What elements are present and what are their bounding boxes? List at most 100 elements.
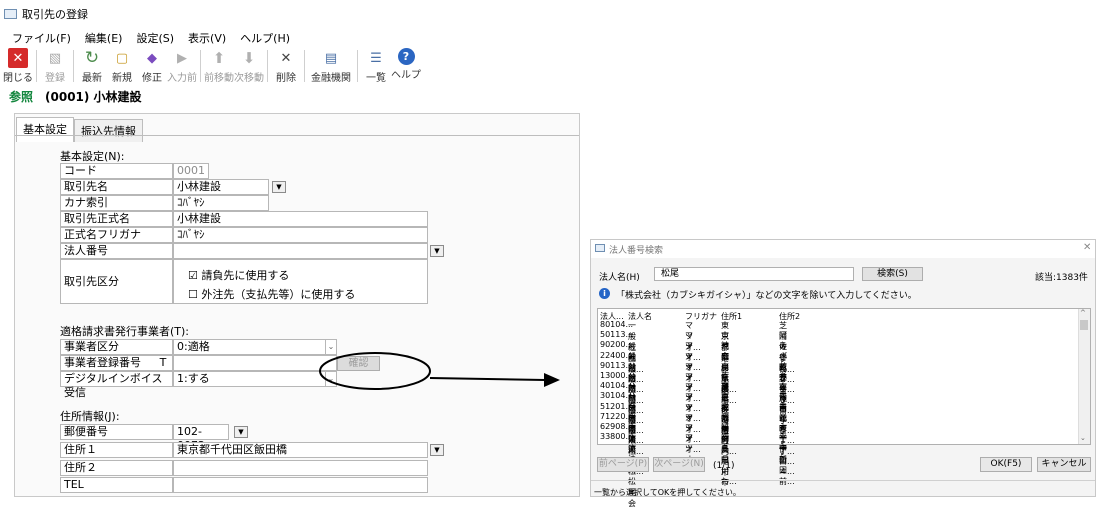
scroll-up-icon[interactable]: ^	[1080, 309, 1086, 317]
scroll-thumb[interactable]	[1080, 320, 1088, 330]
name-label: 取引先名	[60, 179, 173, 195]
chevron-down-icon: ⌄	[327, 342, 335, 351]
dialog-result-count: 該当:1383件	[1035, 273, 1088, 283]
register-button[interactable]: ▧ 登録	[40, 48, 70, 85]
menu-help[interactable]: ヘルプ(H)	[240, 30, 290, 46]
business-type-select[interactable]: 0:適格	[173, 339, 326, 355]
delete-button[interactable]: ✕ 削除	[271, 48, 301, 85]
name-dropdown-button[interactable]: ▼	[272, 181, 286, 193]
basic-section-heading: 基本設定(N):	[60, 150, 125, 163]
page-indicator: (1/1)	[713, 461, 735, 471]
address1-label: 住所１	[60, 442, 173, 458]
tab-basic-settings[interactable]: 基本設定	[16, 117, 74, 142]
confirm-button[interactable]: 確認	[337, 356, 380, 371]
bank-icon: ▤	[324, 50, 338, 66]
toolbar: ✕ 閉じる ▧ 登録 ↻ 最新 ▢ 新規 ◆ 修正 ▶ 入力前 ⬆ 前移動 ⬇ 次移動 ✕ 削除 …	[0, 48, 421, 88]
edit-icon: ◆	[147, 50, 157, 66]
menu-file[interactable]: ファイル(F)	[12, 30, 71, 46]
menu-settings[interactable]: 設定(S)	[136, 30, 174, 46]
toolbar-separator	[267, 50, 268, 82]
scroll-down-icon[interactable]: ⌄	[1080, 434, 1086, 442]
menu-bar: ファイル(F) 編集(E) 設定(S) 表示(V) ヘルプ(H)	[12, 30, 290, 46]
record-header: 参照 (0001) 小林建設	[9, 88, 142, 105]
next-record-button[interactable]: ⬇ 次移動	[234, 48, 264, 84]
address1-dropdown-button[interactable]: ▼	[430, 444, 444, 456]
tab-divider	[15, 135, 579, 136]
menu-view[interactable]: 表示(V)	[188, 30, 226, 46]
toolbar-separator	[200, 50, 201, 82]
prev-page-button[interactable]: 前ページ(P)	[597, 457, 649, 472]
prev-record-button[interactable]: ⬆ 前移動	[204, 48, 234, 84]
address-section-heading: 住所情報(J):	[60, 410, 120, 423]
new-button[interactable]: ▢ 新規	[107, 48, 137, 85]
status-divider	[591, 480, 1095, 481]
record-title: (0001) 小林建設	[45, 90, 142, 104]
window-title-bar: 取引先の登録	[4, 6, 88, 22]
subcontractor-checkbox[interactable]: ☐ 外注先（支払先等）に使用する	[188, 286, 355, 302]
list-icon: ☰	[370, 50, 382, 66]
mode-label: 参照	[9, 90, 34, 104]
invoice-section-heading: 適格請求書発行事業者(T):	[60, 325, 190, 338]
before-input-button[interactable]: ▶ 入力前	[167, 48, 197, 85]
help-button[interactable]: ? ヘルプ	[391, 48, 421, 81]
dialog-title-bar	[591, 240, 1095, 258]
name-field[interactable]: 小林建設	[173, 179, 269, 195]
undo-input-icon: ▶	[177, 50, 187, 66]
contractor-checkbox[interactable]: ☑ 請負先に使用する	[188, 267, 289, 283]
dialog-app-icon	[595, 244, 605, 252]
refresh-icon: ↻	[84, 48, 100, 68]
code-label: コード	[60, 163, 173, 179]
official-kana-field[interactable]: ｺﾊﾞﾔｼ	[173, 227, 428, 243]
business-type-label: 事業者区分	[60, 339, 173, 355]
toolbar-separator	[73, 50, 74, 82]
zip-field[interactable]: 102-0072	[173, 424, 229, 452]
bank-button[interactable]: ▤ 金融機関	[308, 48, 354, 85]
dialog-close-icon[interactable]: ✕	[1083, 242, 1091, 253]
info-icon: i	[599, 288, 610, 299]
kana-label: カナ索引	[60, 195, 173, 211]
arrow-up-icon: ⬆	[212, 49, 226, 67]
app-window-icon	[4, 9, 17, 19]
address1-field[interactable]: 東京都千代田区飯田橋	[173, 442, 428, 458]
zip-search-button[interactable]: ▼	[234, 426, 248, 438]
cell-address2: 平字新田前...	[779, 433, 795, 487]
tel-field[interactable]	[173, 477, 428, 493]
cancel-button[interactable]: キャンセル	[1037, 457, 1091, 472]
dialog-status-text: 一覧から選択してOKを押してください。	[594, 488, 741, 497]
close-button[interactable]: ✕ 閉じる	[3, 48, 33, 84]
digital-invoice-select[interactable]: 1:する	[173, 371, 326, 387]
new-document-icon: ▢	[115, 50, 129, 66]
code-field[interactable]: 0001	[173, 163, 209, 179]
edit-button[interactable]: ◆ 修正	[137, 48, 167, 85]
digital-invoice-dropdown[interactable]: ⌄	[326, 371, 337, 387]
dialog-hint: 「株式会社（カブシキガイシャ）」などの文字を除いて入力してください。	[616, 291, 917, 301]
registration-number-field[interactable]: T	[160, 355, 337, 371]
ok-button[interactable]: OK(F5)	[980, 457, 1032, 472]
business-type-dropdown[interactable]: ⌄	[326, 339, 337, 355]
corporate-number-search-button[interactable]: ▼	[430, 245, 444, 257]
menu-edit[interactable]: 編集(E)	[85, 30, 123, 46]
dialog-title: 法人番号検索	[609, 246, 664, 256]
arrow-down-icon: ⬇	[242, 49, 256, 67]
zip-label: 郵便番号	[60, 424, 173, 440]
official-name-field[interactable]: 小林建設	[173, 211, 428, 227]
toolbar-separator	[304, 50, 305, 82]
dialog-name-field[interactable]: 松尾	[654, 267, 854, 281]
help-icon: ?	[397, 48, 415, 65]
result-list[interactable]	[597, 308, 1091, 445]
chevron-down-icon: ⌄	[327, 374, 335, 383]
window-title: 取引先の登録	[22, 8, 88, 21]
tab-transfer-info[interactable]: 振込先情報	[74, 119, 143, 142]
refresh-button[interactable]: ↻ 最新	[77, 48, 107, 84]
list-button[interactable]: ☰ 一覧	[361, 48, 391, 85]
chevron-down-icon: ▼	[434, 446, 440, 454]
tel-label: TEL	[60, 477, 173, 493]
chevron-down-icon: ▼	[434, 247, 440, 255]
toolbar-separator	[36, 50, 37, 82]
address2-field[interactable]	[173, 460, 428, 476]
next-page-button[interactable]: 次ページ(N)	[653, 457, 705, 472]
dialog-search-button[interactable]: 検索(S)	[862, 267, 923, 281]
corporate-number-field[interactable]	[173, 243, 428, 259]
cell-address1: 福島県いわ...	[721, 433, 737, 487]
kana-field[interactable]: ｺﾊﾞﾔｼ	[173, 195, 269, 211]
